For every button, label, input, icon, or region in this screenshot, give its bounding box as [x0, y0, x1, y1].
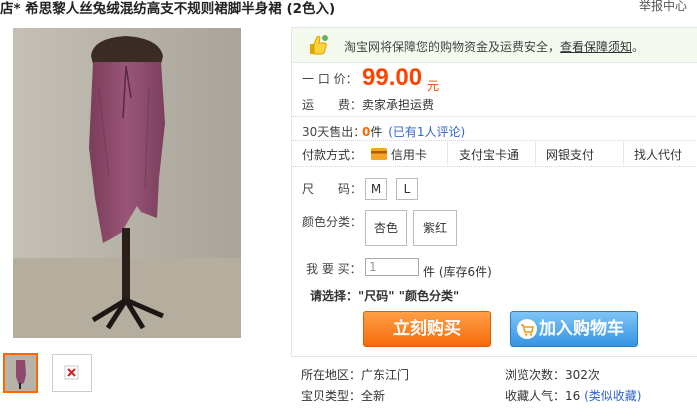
- prompt-text: "尺码" "颜色分类": [358, 289, 460, 303]
- payment-label: 付款方式：: [302, 148, 363, 162]
- favorites-label: 收藏人气：: [505, 389, 566, 403]
- price-unit: 元: [427, 79, 440, 93]
- add-to-cart-button[interactable]: 加入购物车: [510, 311, 638, 347]
- size-option-l[interactable]: L: [396, 178, 418, 200]
- sales-label: 30天售出：: [302, 125, 366, 139]
- price-label: 一 口 价：: [302, 72, 358, 86]
- alipay-card-method[interactable]: 支付宝卡通: [459, 146, 519, 163]
- buy-now-button[interactable]: 立刻购买: [363, 311, 491, 347]
- divider: [292, 166, 697, 167]
- product-title: 店* 希思黎人丝兔绒混纺高支不规则裙脚半身裙 (2色入): [0, 1, 336, 15]
- credit-card-icon: [371, 148, 387, 160]
- guarantee-text: 淘宝网将保障您的购物资金及运费安全，: [344, 40, 561, 54]
- review-link[interactable]: (已有1人评论): [388, 125, 465, 139]
- sales-unit: 件: [370, 125, 383, 139]
- size-label: 尺 码：: [302, 182, 363, 196]
- similar-favorites-link[interactable]: (类似收藏): [584, 389, 641, 403]
- cart-icon: [517, 319, 537, 339]
- item-type-value: 全新: [361, 389, 386, 403]
- payment-method-label: 信用卡: [390, 148, 427, 162]
- stock-info: (库存6件): [438, 265, 492, 279]
- report-center-link[interactable]: 举报中心: [639, 0, 687, 14]
- credit-card-method[interactable]: 信用卡: [371, 146, 427, 163]
- pay-for-me-method[interactable]: 找人代付: [634, 146, 682, 163]
- product-main-image[interactable]: [13, 28, 241, 338]
- color-option-fuchsia[interactable]: 紫红: [413, 210, 457, 246]
- guarantee-period: 。: [632, 40, 645, 54]
- prompt-label: 请选择：: [310, 289, 359, 303]
- shipping-label: 运 费：: [302, 98, 363, 112]
- quantity-unit: 件: [423, 265, 436, 279]
- quantity-input[interactable]: 1: [365, 258, 419, 276]
- quantity-label: 我 要 买：: [306, 262, 362, 276]
- views-label: 浏览次数：: [505, 368, 566, 382]
- guarantee-info-link[interactable]: 查看保障须知: [560, 40, 632, 54]
- guarantee-banner: 淘宝网将保障您的购物资金及运费安全，查看保障须知。: [292, 28, 697, 63]
- online-bank-method[interactable]: 网银支付: [546, 146, 594, 163]
- product-info-panel: 淘宝网将保障您的购物资金及运费安全，查看保障须知。 一 口 价： 99.00 元…: [291, 27, 697, 357]
- divider: [292, 140, 697, 141]
- favorites-count: 16: [565, 389, 581, 403]
- views-value: 302次: [565, 368, 600, 382]
- shipping-value: 卖家承担运费: [362, 98, 435, 112]
- location-label: 所在地区：: [301, 368, 362, 382]
- location-value: 广东江门: [361, 368, 410, 382]
- color-option-apricot[interactable]: 杏色: [365, 210, 407, 246]
- price-value: 99.00: [362, 64, 423, 91]
- guarantee-hand-icon: [310, 35, 328, 55]
- size-option-m[interactable]: M: [365, 178, 387, 200]
- thumbnail-broken-image[interactable]: [52, 354, 92, 392]
- color-label: 颜色分类：: [302, 215, 363, 229]
- item-type-label: 宝贝类型：: [301, 389, 362, 403]
- divider: [292, 116, 697, 117]
- thumbnail-skirt[interactable]: [3, 353, 38, 393]
- add-to-cart-label: 加入购物车: [539, 319, 624, 339]
- skirt-photo: [13, 28, 241, 338]
